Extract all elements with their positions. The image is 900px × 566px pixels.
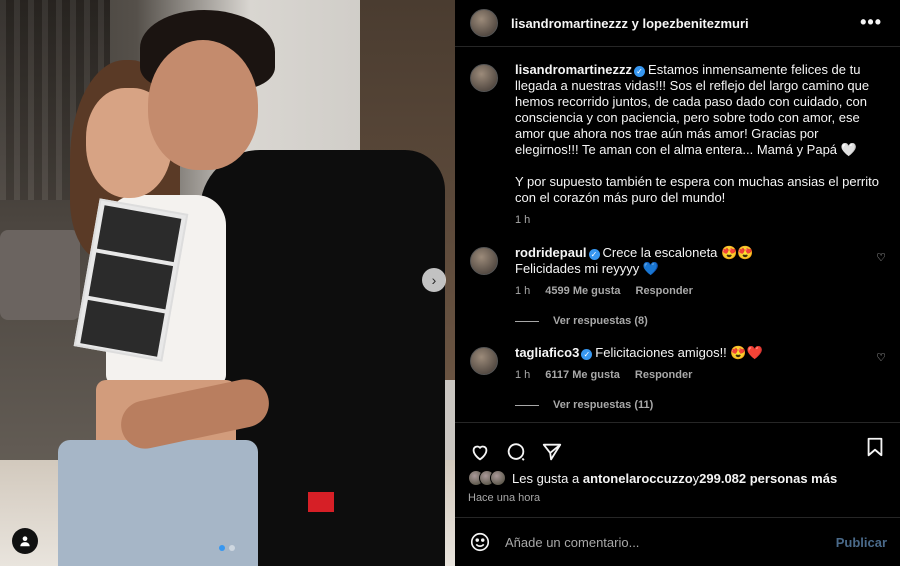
likes-user[interactable]: antonelaroccuzzo <box>583 471 693 486</box>
comment-time[interactable]: 1 h <box>515 283 530 299</box>
comment-like-heart-icon[interactable]: ♡ <box>876 351 886 364</box>
emoji-icon[interactable] <box>468 530 492 554</box>
likes-others[interactable]: 299.082 personas más <box>699 471 837 486</box>
photo-background-sofa <box>0 230 80 320</box>
post-authors[interactable]: lisandromartinezzz y lopezbenitezmuri <box>511 16 749 31</box>
comment-likes[interactable]: 4599 Me gusta <box>545 283 620 299</box>
comment-text: Felicitaciones amigos!! 😍❤️ <box>595 345 763 360</box>
save-bookmark-icon[interactable] <box>863 435 887 459</box>
carousel-next-button[interactable]: › <box>422 268 446 292</box>
comment-avatar[interactable] <box>470 247 498 275</box>
verified-badge-icon: ✓ <box>581 349 593 360</box>
caption-avatar[interactable] <box>470 64 498 92</box>
comment-row: rodridepaul ✓ Crece la escaloneta 😍😍 Felic… <box>455 245 900 299</box>
comment-input[interactable] <box>505 534 825 550</box>
caption-username[interactable]: lisandromartinezzz <box>515 62 632 77</box>
view-replies-button[interactable]: Ver respuestas (8) <box>515 315 900 327</box>
photo-man-head <box>148 40 258 170</box>
ultrasound-scan <box>96 205 182 263</box>
comments-list[interactable]: lisandromartinezzz ✓ Estamos inmensamente … <box>455 62 900 420</box>
comment-text: Crece la escaloneta 😍😍 <box>602 245 754 260</box>
post-photo[interactable] <box>0 0 455 566</box>
caption: lisandromartinezzz ✓ Estamos inmensamente … <box>455 62 900 228</box>
like-heart-icon[interactable] <box>468 440 492 464</box>
comment-text-2: Felicidades mi reyyyy 💙 <box>515 261 660 276</box>
caption-text-2: Y por supuesto también te espera con muc… <box>515 174 879 205</box>
publish-button[interactable]: Publicar <box>836 535 887 550</box>
caption-time[interactable]: 1 h <box>515 212 530 228</box>
replies-line <box>515 404 539 406</box>
post-actions: Les gusta a antonelaroccuzzo y 299.082 p… <box>455 422 900 517</box>
likes-summary[interactable]: Les gusta a antonelaroccuzzo y 299.082 p… <box>455 470 900 486</box>
author-avatar[interactable] <box>470 9 498 37</box>
comment-time[interactable]: 1 h <box>515 367 530 383</box>
comment-likes[interactable]: 6117 Me gusta <box>545 367 620 383</box>
verified-badge-icon: ✓ <box>634 66 646 77</box>
comment-like-heart-icon[interactable]: ♡ <box>876 251 886 264</box>
photo-shirt-logo <box>308 492 334 512</box>
tagged-users-icon[interactable] <box>12 528 38 554</box>
post-header: lisandromartinezzz y lopezbenitezmuri ••… <box>455 0 900 47</box>
carousel-dot-active <box>219 545 225 551</box>
posted-time: Hace una hora <box>468 492 541 504</box>
liker-avatars <box>468 470 506 486</box>
post-detail-panel: lisandromartinezzz y lopezbenitezmuri ••… <box>455 0 900 566</box>
comment-avatar[interactable] <box>470 347 498 375</box>
comment-icon[interactable] <box>504 440 528 464</box>
view-replies-button[interactable]: Ver respuestas (11) <box>515 399 900 411</box>
comment-row: tagliafico3 ✓ Felicitaciones amigos!! 😍❤️ … <box>455 345 900 383</box>
ultrasound-scan <box>80 299 165 357</box>
comment-username[interactable]: tagliafico3 <box>515 345 579 360</box>
carousel-dot <box>229 545 235 551</box>
ultrasound-scan <box>88 252 174 310</box>
comment-reply-button[interactable]: Responder <box>635 367 692 383</box>
comment-username[interactable]: rodridepaul <box>515 245 587 260</box>
share-icon[interactable] <box>540 440 564 464</box>
view-replies-label: Ver respuestas (8) <box>553 315 648 327</box>
carousel-indicator <box>219 545 235 551</box>
comment-reply-button[interactable]: Responder <box>636 283 693 299</box>
add-comment-bar: Publicar <box>455 517 900 566</box>
more-horizontal-icon[interactable]: ••• <box>860 12 882 33</box>
verified-badge-icon: ✓ <box>588 249 600 260</box>
view-replies-label: Ver respuestas (11) <box>553 399 654 411</box>
replies-line <box>515 320 539 322</box>
likes-prefix: Les gusta a <box>512 470 580 486</box>
